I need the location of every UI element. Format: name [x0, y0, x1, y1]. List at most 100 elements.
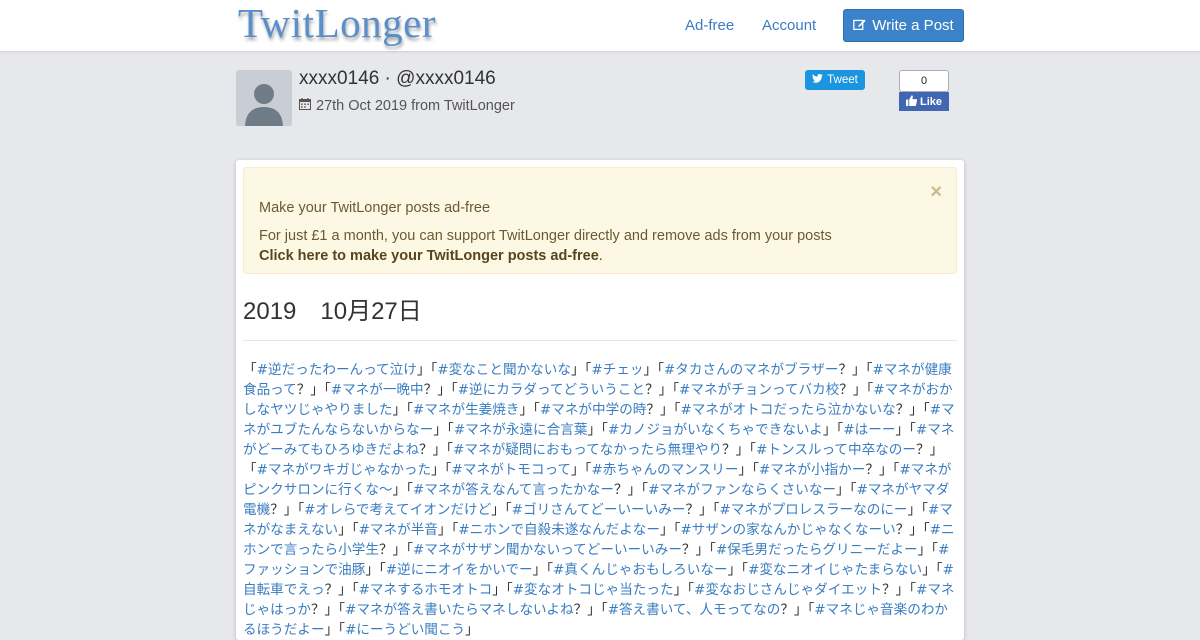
hashtag-link[interactable]: #マネが疑問におもってなかったら無理やり [453, 442, 722, 458]
bracket: 「 [709, 542, 716, 558]
bracket: 」 [465, 622, 479, 638]
hashtag-link[interactable]: #マネがオトコだったら泣かないな [680, 402, 895, 418]
bracket: ？」 [722, 442, 750, 458]
hashtag-link[interactable]: #マネが小指かー [759, 462, 866, 478]
hashtag-link[interactable]: #マネがトモコって [452, 462, 571, 478]
write-post-button[interactable]: Write a Post [843, 9, 964, 42]
hashtag-link[interactable]: #赤ちゃんのマンスリー [591, 462, 738, 478]
bracket: 」 [431, 462, 445, 478]
fb-like-button[interactable]: Like [899, 92, 949, 111]
bracket: 」 [727, 562, 742, 578]
author-name[interactable]: xxxx0146 · @xxxx0146 [299, 68, 496, 90]
post-date: 27th Oct 2019 from TwitLonger [299, 98, 515, 114]
bracket: ？」 [645, 382, 673, 398]
bracket: 「 [243, 462, 257, 478]
bracket: 「 [741, 562, 748, 578]
hashtag-link[interactable]: #保毛男だったらグリニーだよー [716, 542, 918, 558]
bracket: 」 [917, 542, 932, 558]
bracket: 「 [450, 382, 458, 398]
hashtag-link[interactable]: #タカさんのマネがブラザー [664, 362, 839, 378]
bracket: 」 [922, 562, 936, 578]
hashtag-link[interactable]: #マネするホモオトコ [359, 582, 493, 598]
hashtag-link[interactable]: #ゴリさんてどーいーいみー [512, 502, 686, 518]
nav-ad-free[interactable]: Ad-free [685, 17, 734, 34]
bracket: 「 [909, 582, 916, 598]
bracket: 」 [643, 362, 658, 378]
nav-account[interactable]: Account [762, 17, 816, 34]
divider [243, 340, 957, 341]
bracket: 」 [738, 462, 753, 478]
ad-free-link[interactable]: Click here to make your TwitLonger posts… [259, 248, 599, 264]
hashtag-link[interactable]: #はーー [843, 422, 895, 438]
hashtag-link[interactable]: #マネがファンならくさいなー [648, 482, 836, 498]
bracket: 「 [378, 562, 386, 578]
hashtag-link[interactable]: #逆にニオイをかいでー [386, 562, 533, 578]
hashtag-link[interactable]: #真くんじゃおもしろいなー [553, 562, 728, 578]
hashtag-link[interactable]: #逆だったわーんって泣け [257, 362, 417, 378]
hashtag-link[interactable]: #カノジョがいなくちゃできないよ [608, 422, 823, 438]
edit-icon [853, 18, 866, 34]
hashtag-link[interactable]: #トンスルって中卒なのー [756, 442, 916, 458]
bracket: 」 [822, 422, 837, 438]
post-card: Make your TwitLonger posts ad-free For j… [236, 160, 964, 640]
hashtag-link[interactable]: #答え書いて、人モってなの [608, 602, 781, 618]
top-navbar: TwitLonger Ad-free Account Write a Post [0, 0, 1200, 52]
hashtag-link[interactable]: #マネが答え書いたらマネしないよね [345, 602, 574, 618]
tweet-button[interactable]: Tweet [805, 70, 865, 90]
bracket: 「 [446, 422, 454, 438]
bracket: 」 [907, 502, 922, 518]
bracket: 「 [641, 482, 648, 498]
bracket: ？」 [839, 382, 867, 398]
hashtag-link[interactable]: #変なこと聞かないな [437, 362, 571, 378]
bracket: 「 [406, 542, 413, 558]
bracket: 「 [243, 362, 257, 378]
bracket: 「 [351, 582, 359, 598]
bracket: ？」 [423, 382, 451, 398]
hashtag-link[interactable]: #ニホンで自殺未遂なんだよなー [458, 522, 660, 538]
bracket: 」 [338, 522, 352, 538]
close-icon[interactable]: × [930, 181, 942, 204]
notice-body: For just £1 a month, you can support Twi… [259, 228, 832, 244]
hashtag-link[interactable]: #マネがワキガじゃなかった [257, 462, 432, 478]
ad-free-notice: Make your TwitLonger posts ad-free For j… [243, 167, 957, 274]
hashtag-link[interactable]: #チェッ [591, 362, 643, 378]
bracket: 」 [365, 562, 379, 578]
hashtag-link[interactable]: #にーうどい聞こう [345, 622, 465, 638]
hashtag-link[interactable]: #変なニオイじゃたまらない [748, 562, 922, 578]
bracket: 「 [909, 422, 916, 438]
hashtag-link[interactable]: #オレらで考えてイオンだけど [304, 502, 491, 518]
bracket: 「 [922, 402, 930, 418]
hashtag-link[interactable]: #マネが答えなんて言ったかなー [413, 482, 614, 498]
hashtag-link[interactable]: #変なおじさんじゃダイエット [694, 582, 882, 598]
bracket: 」 [587, 422, 602, 438]
hashtag-link[interactable]: #マネが半音 [359, 522, 438, 538]
bracket: 「 [351, 522, 359, 538]
hashtag-link[interactable]: #マネがサザン聞かないってどーいーいみー [413, 542, 682, 558]
bracket: 」 [392, 482, 407, 498]
twitter-bird-icon [812, 74, 824, 86]
twitlonger-logo[interactable]: TwitLonger [238, 0, 436, 47]
bracket: 」 [895, 422, 910, 438]
bracket: 「 [687, 582, 694, 598]
facebook-like-widget[interactable]: 0 Like [899, 70, 949, 111]
fb-like-count: 0 [899, 70, 949, 92]
hashtag-link[interactable]: #マネが生姜焼き [413, 402, 520, 418]
avatar[interactable] [236, 70, 292, 126]
fb-like-label: Like [919, 95, 942, 108]
hashtag-link[interactable]: #マネがチョンってバカ校 [679, 382, 839, 398]
hashtag-link[interactable]: #マネが中学の時 [540, 402, 647, 418]
hashtag-link[interactable]: #マネがプロレスラーなのにー [719, 502, 907, 518]
bracket: ？」 [419, 442, 447, 458]
hashtag-link[interactable]: #マネが一晩中 [331, 382, 424, 398]
hashtag-link[interactable]: #サザンの家なんかじゃなくなーい [680, 522, 895, 538]
default-user-icon [236, 70, 292, 126]
bracket: ？」 [646, 402, 674, 418]
post-body: 「#逆だったわーんって泣け」「#変なこと聞かないな」「#チェッ」「#タカさんのマ… [243, 360, 957, 640]
hashtag-link[interactable]: #変なオトコじゃ当たった [513, 582, 674, 598]
hashtag-link[interactable]: #逆にカラダってどういうこと [458, 382, 645, 398]
bracket: 「 [657, 362, 664, 378]
bracket: ？」 [881, 582, 910, 598]
bracket: 」 [673, 582, 688, 598]
bracket: 「 [533, 402, 540, 418]
hashtag-link[interactable]: #マネが永遠に合言葉 [454, 422, 588, 438]
